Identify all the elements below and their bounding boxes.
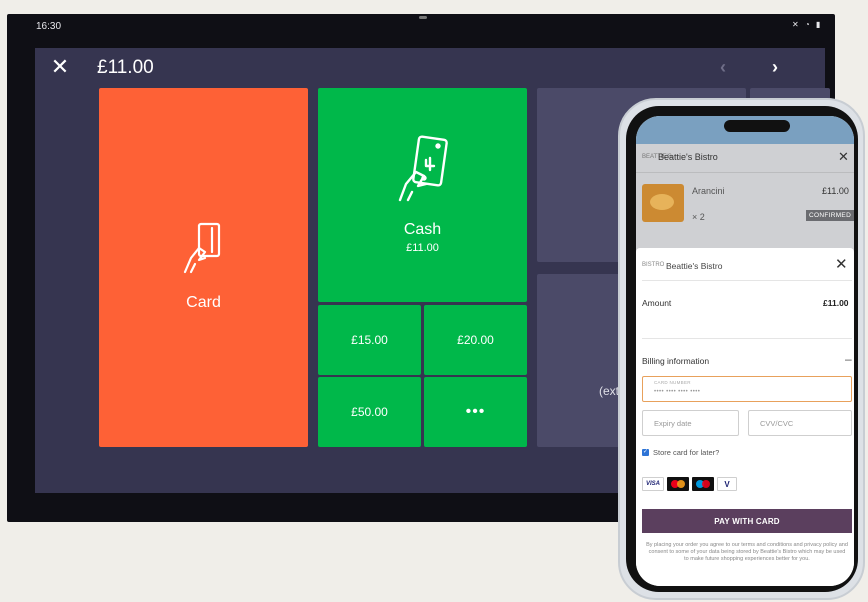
- visa-logo: VISA: [642, 477, 664, 491]
- order-header: BEATTIE'S Beattie's Bistro ✕: [636, 144, 854, 173]
- cash-label: Cash: [403, 221, 442, 238]
- hand-card-icon: [183, 222, 221, 274]
- more-options-button[interactable]: •••: [424, 377, 527, 447]
- card-number-label: CARD NUMBER: [654, 380, 691, 385]
- shop-name: Beattie's Bistro: [658, 152, 718, 162]
- pay-with-card-button[interactable]: PAY WITH CARD: [642, 509, 852, 533]
- divider: [642, 338, 852, 339]
- mastercard-logo: [667, 477, 689, 491]
- shop-name: Beattie's Bistro: [666, 261, 723, 271]
- status-bar: 16:30 ✕ ◔ ▮: [7, 14, 835, 34]
- cash-payment-tile[interactable]: Cash £11.00: [318, 88, 527, 302]
- status-time: 16:30: [36, 21, 62, 32]
- cvv-input[interactable]: CVV/CVC: [748, 410, 852, 436]
- chevron-left-icon[interactable]: ‹: [720, 57, 726, 78]
- item-quantity: × 2: [692, 212, 705, 222]
- shop-logo: BISTRO: [642, 262, 665, 268]
- billing-collapse-toggle[interactable]: –: [845, 352, 852, 366]
- total-amount: £11.00: [97, 57, 154, 78]
- status-icons: ✕ ◔ ▮: [792, 20, 823, 29]
- store-card-label: Store card for later?: [653, 448, 720, 457]
- chevron-right-icon[interactable]: ›: [772, 57, 778, 78]
- order-summary-sheet: BEATTIE'S Beattie's Bistro ✕ Arancini £1…: [636, 144, 854, 264]
- card-brands: VISA V: [642, 477, 737, 491]
- amount-value: £11.00: [823, 298, 849, 308]
- food-image: [642, 184, 684, 222]
- item-price: £11.00: [822, 186, 849, 196]
- phone-bezel: BEATTIE'S Beattie's Bistro ✕ Arancini £1…: [626, 106, 858, 592]
- quick-cash-50-button[interactable]: £50.00: [318, 377, 421, 447]
- expiry-date-input[interactable]: Expiry date: [642, 410, 739, 436]
- divider: [642, 280, 852, 281]
- card-number-input[interactable]: CARD NUMBER •••• •••• •••• ••••: [642, 376, 852, 402]
- cvv-placeholder: CVV/CVC: [760, 419, 794, 428]
- card-payment-tile[interactable]: Card: [99, 88, 308, 447]
- cash-amount: £11.00: [406, 242, 439, 254]
- camera-notch: [419, 16, 427, 19]
- close-icon[interactable]: ✕: [838, 149, 849, 165]
- store-card-checkbox[interactable]: ✓: [642, 449, 649, 456]
- item-name: Arancini: [692, 186, 725, 196]
- visa-electron-logo: V: [717, 477, 737, 491]
- phone-notch: [724, 120, 790, 132]
- close-icon[interactable]: ✕: [835, 255, 848, 273]
- phone-screen: BEATTIE'S Beattie's Bistro ✕ Arancini £1…: [636, 116, 854, 586]
- card-label: Card: [186, 294, 221, 311]
- quick-cash-20-button[interactable]: £20.00: [424, 305, 527, 375]
- phone-device: BEATTIE'S Beattie's Bistro ✕ Arancini £1…: [618, 98, 865, 600]
- expiry-placeholder: Expiry date: [654, 419, 692, 428]
- status-badge: CONFIRMED: [806, 210, 854, 221]
- maestro-logo: [692, 477, 714, 491]
- card-number-placeholder: •••• •••• •••• ••••: [654, 389, 701, 395]
- payment-sheet: BISTRO Beattie's Bistro ✕ Amount £11.00 …: [636, 248, 854, 586]
- billing-info-label: Billing information: [642, 356, 710, 366]
- close-icon[interactable]: ✕: [49, 56, 71, 78]
- hand-cash-icon: [398, 135, 448, 202]
- amount-label: Amount: [642, 298, 672, 308]
- terms-text: By placing your order you agree to our t…: [646, 542, 848, 562]
- quick-cash-15-button[interactable]: £15.00: [318, 305, 421, 375]
